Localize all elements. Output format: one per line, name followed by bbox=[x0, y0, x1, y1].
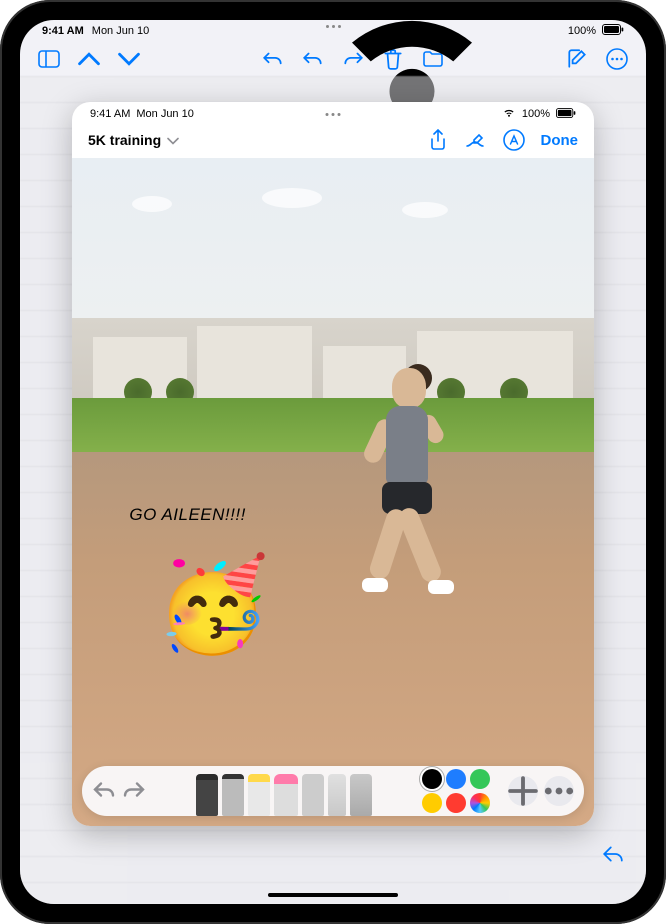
battery-icon bbox=[602, 24, 624, 38]
wifi-icon bbox=[502, 108, 516, 121]
chevron-down-icon[interactable] bbox=[118, 48, 140, 70]
tool-tray bbox=[152, 766, 416, 816]
ellipsis-icon[interactable] bbox=[544, 776, 574, 806]
color-red[interactable] bbox=[446, 793, 466, 813]
plus-icon[interactable] bbox=[508, 776, 538, 806]
markup-redo-icon[interactable] bbox=[122, 779, 146, 803]
screen: 9:41 AM Mon Jun 10 100% bbox=[20, 20, 646, 904]
grab-handle-icon[interactable] bbox=[326, 113, 341, 116]
sidebar-icon[interactable] bbox=[38, 48, 60, 70]
chevron-down-icon bbox=[167, 134, 179, 146]
crayon-tool[interactable] bbox=[350, 774, 372, 816]
reply-icon[interactable] bbox=[602, 844, 624, 864]
home-indicator[interactable] bbox=[268, 893, 398, 897]
marker-tool[interactable] bbox=[248, 774, 270, 816]
color-palette bbox=[422, 769, 502, 813]
markup-pen-icon[interactable] bbox=[465, 129, 487, 151]
inner-battery-percent: 100% bbox=[522, 108, 550, 120]
outer-status-time: 9:41 AM bbox=[42, 25, 84, 37]
inner-status-bar: 9:41 AM Mon Jun 10 100% bbox=[72, 102, 594, 122]
photo-canvas[interactable]: GO AILEEN!!!! 🥳 bbox=[72, 158, 594, 826]
color-blue[interactable] bbox=[446, 769, 466, 789]
lasso-tool[interactable] bbox=[302, 774, 324, 816]
done-button[interactable]: Done bbox=[541, 132, 579, 149]
photo-runner bbox=[330, 358, 500, 759]
markup-undo-icon[interactable] bbox=[92, 779, 116, 803]
ruler-tool[interactable] bbox=[328, 774, 346, 816]
pen-tool[interactable] bbox=[222, 774, 244, 816]
annotation-text[interactable]: GO AILEEN!!!! bbox=[129, 505, 245, 525]
eraser-tool[interactable] bbox=[274, 774, 298, 816]
ipad-device-frame: 9:41 AM Mon Jun 10 100% bbox=[0, 0, 666, 924]
color-green[interactable] bbox=[470, 769, 490, 789]
inner-status-date: Mon Jun 10 bbox=[136, 108, 193, 120]
party-emoji-sticker[interactable]: 🥳 bbox=[156, 559, 271, 651]
chevron-up-icon[interactable] bbox=[78, 48, 100, 70]
note-title: 5K training bbox=[88, 132, 161, 148]
outer-status-date: Mon Jun 10 bbox=[92, 25, 149, 37]
markup-toolbar bbox=[82, 766, 584, 816]
color-wheel-icon[interactable] bbox=[470, 793, 490, 813]
battery-percent: 100% bbox=[568, 25, 596, 37]
inner-status-time: 9:41 AM bbox=[90, 108, 130, 120]
outer-status-bar: 9:41 AM Mon Jun 10 100% bbox=[20, 20, 646, 42]
share-icon[interactable] bbox=[427, 129, 449, 151]
note-title-dropdown[interactable]: 5K training bbox=[88, 132, 179, 148]
battery-icon bbox=[556, 108, 576, 121]
quicknote-toolbar: 5K training Done bbox=[72, 122, 594, 158]
quicknote-modal: 9:41 AM Mon Jun 10 100% 5K training bbox=[72, 102, 594, 826]
color-yellow[interactable] bbox=[422, 793, 442, 813]
color-black[interactable] bbox=[422, 769, 442, 789]
pencil-tool[interactable] bbox=[196, 774, 218, 816]
auto-a-icon[interactable] bbox=[503, 129, 525, 151]
grab-handle-icon bbox=[317, 25, 349, 31]
